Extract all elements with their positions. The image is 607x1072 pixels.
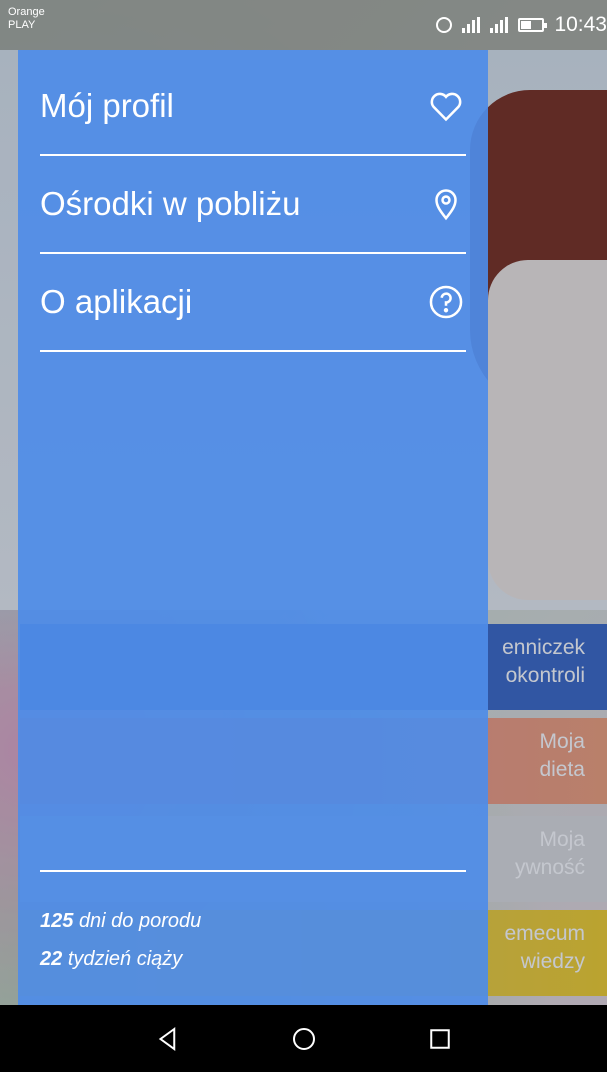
heart-icon (426, 86, 466, 126)
battery-icon (518, 18, 548, 32)
signal-icon (462, 17, 481, 33)
week-number: 22 (40, 948, 63, 970)
days-number: 125 (40, 910, 74, 932)
carrier-name: Orange (8, 6, 45, 18)
signal-h-icon (490, 17, 509, 33)
recents-icon[interactable] (420, 1019, 460, 1059)
menu-item-label: Ośrodki w pobliżu (40, 185, 301, 222)
status-bar: Orange PLAY 10:43 (0, 0, 607, 50)
clock: 10:43 (554, 13, 607, 36)
days-label: dni do porodu (78, 910, 202, 932)
menu-item-my-profile[interactable]: Mój profil (40, 58, 466, 156)
carrier-name: PLAY (8, 19, 36, 31)
menu-item-label: Mój profil (40, 87, 174, 124)
back-icon[interactable] (148, 1019, 188, 1059)
carrier-label: Orange PLAY (8, 6, 45, 32)
help-circle-icon (426, 282, 466, 322)
menu-item-label: O aplikacji (40, 283, 193, 320)
menu-item-about-app[interactable]: O aplikacji (40, 254, 466, 352)
menu-item-nearby-centers[interactable]: Ośrodki w pobliżu (40, 156, 466, 254)
location-pin-icon (426, 184, 466, 224)
days-to-birth: 125 dni do porodu (40, 902, 201, 940)
system-nav-bar (0, 1005, 607, 1072)
divider (40, 870, 466, 872)
home-icon[interactable] (284, 1019, 324, 1059)
alarm-icon (436, 17, 453, 33)
pregnancy-week: 22 tydzień ciąży (40, 940, 201, 978)
navigation-drawer: Mój profil Ośrodki w pobliżu O aplikacji (18, 50, 488, 1005)
week-label: tydzień ciąży (67, 948, 183, 970)
status-icons: 10:43 (436, 13, 607, 37)
pregnancy-stats: 125 dni do porodu 22 tydzień ciąży (40, 902, 201, 978)
